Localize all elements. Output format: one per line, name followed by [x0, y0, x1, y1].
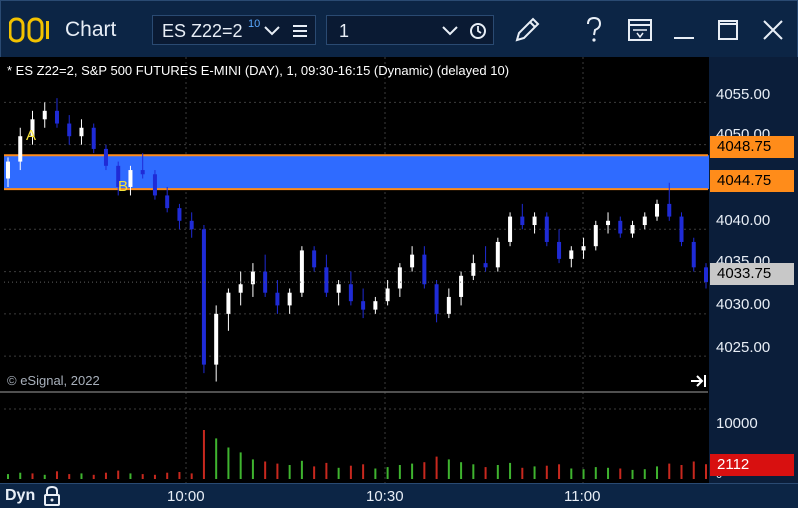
candle-body: [177, 208, 182, 221]
candle-body: [238, 284, 243, 293]
minimize-icon[interactable]: [667, 13, 701, 47]
candle-body: [103, 148, 108, 166]
candle-body: [691, 241, 696, 268]
candle-body: [422, 254, 427, 285]
zone-lower-price-label: 4044.75: [710, 170, 794, 192]
candle-body: [299, 250, 304, 293]
candle-body: [581, 246, 586, 251]
maximize-icon[interactable]: [711, 13, 745, 47]
candle-body: [67, 123, 72, 137]
price-tick: 4025.00: [716, 339, 771, 356]
candle-body: [128, 170, 133, 187]
copyright-text: © eSignal, 2022: [7, 373, 100, 388]
chart-app-icon[interactable]: [9, 17, 51, 43]
time-tick: 11:00: [564, 488, 601, 505]
candle-body: [618, 220, 623, 234]
candle-body: [324, 267, 329, 293]
candle-body: [532, 216, 537, 226]
candle-body: [569, 250, 574, 259]
symbol-delay-superscript: 10: [248, 18, 261, 30]
candle-body: [630, 225, 635, 234]
scroll-to-end-icon[interactable]: [690, 373, 708, 389]
candle-body: [275, 292, 280, 306]
candle-body: [593, 225, 598, 247]
candle-body: [152, 174, 157, 196]
candle-body: [385, 288, 390, 302]
window-layout-icon[interactable]: [623, 13, 657, 47]
candle-body: [91, 127, 96, 149]
chevron-down-icon[interactable]: [263, 24, 281, 38]
candle-body: [667, 203, 672, 217]
question-icon[interactable]: [577, 13, 611, 47]
volume-tick: 10000: [716, 415, 758, 432]
chevron-down-icon[interactable]: [441, 24, 459, 38]
window-title: Chart: [65, 18, 117, 41]
candle-body: [446, 296, 451, 314]
candle-body: [189, 220, 194, 230]
candle-body: [642, 216, 647, 226]
last-volume-label: 2112: [710, 454, 794, 476]
dynamic-mode-label[interactable]: Dyn: [5, 487, 35, 505]
candle-body: [312, 250, 317, 268]
candle-body: [226, 292, 231, 314]
hamburger-menu-icon[interactable]: [293, 24, 307, 38]
candle-body: [6, 161, 10, 179]
candle-body: [459, 275, 464, 297]
candle-body: [336, 284, 341, 293]
clock-icon[interactable]: [469, 22, 487, 40]
symbol-selector[interactable]: ES Z22=2 10: [152, 15, 316, 45]
price-tick: 4030.00: [716, 296, 771, 313]
title-bar: Chart ES Z22=2 10 1: [0, 0, 798, 57]
candle-body: [79, 127, 84, 137]
time-tick: 10:30: [366, 488, 404, 505]
candle-body: [655, 203, 660, 217]
candle-body: [214, 313, 219, 365]
candle-body: [410, 254, 415, 268]
candle-body: [348, 284, 353, 302]
candle-body: [263, 271, 268, 293]
zone-upper-price-label: 4048.75: [710, 136, 794, 158]
candle-body: [520, 216, 525, 226]
candle-body: [679, 216, 684, 242]
candle-body: [287, 292, 292, 306]
candle-body: [373, 301, 378, 310]
candle-body: [42, 110, 47, 120]
last-price-label: 4033.75: [710, 263, 794, 285]
candle-body: [704, 267, 708, 283]
lock-icon[interactable]: [42, 485, 62, 507]
candle-body: [54, 110, 59, 124]
candle-body: [434, 284, 439, 314]
candle-body: [606, 220, 611, 226]
price-tick: 4040.00: [716, 212, 771, 229]
time-axis-bar: Dyn 10:00 10:30 11:00: [0, 483, 798, 508]
marker-label-a: A: [26, 127, 37, 144]
candle-body: [361, 301, 366, 310]
pencil-icon[interactable]: [510, 13, 544, 47]
candle-body: [495, 241, 500, 268]
candle-body: [471, 263, 476, 276]
candle-body: [508, 216, 513, 242]
interval-selector[interactable]: 1: [326, 15, 494, 45]
interval-value: 1: [339, 21, 350, 41]
marker-label-b: B: [118, 178, 129, 195]
price-volume-chart[interactable]: [0, 57, 798, 483]
candle-body: [201, 229, 206, 365]
candle-body: [557, 241, 562, 259]
price-tick: 4055.00: [716, 86, 771, 103]
candle-body: [397, 267, 402, 289]
chart-panel[interactable]: * ES Z22=2, S&P 500 FUTURES E-MINI (DAY)…: [0, 57, 798, 483]
close-icon[interactable]: [756, 13, 790, 47]
support-resistance-zone: [4, 155, 709, 190]
chart-header-text: * ES Z22=2, S&P 500 FUTURES E-MINI (DAY)…: [7, 63, 510, 78]
candle-body: [483, 263, 488, 268]
candle-body: [140, 170, 145, 175]
candle-body: [18, 136, 23, 162]
time-tick: 10:00: [167, 488, 205, 505]
candle-body: [544, 216, 549, 242]
candle-body: [165, 195, 170, 209]
symbol-value: ES Z22=2: [162, 21, 243, 41]
